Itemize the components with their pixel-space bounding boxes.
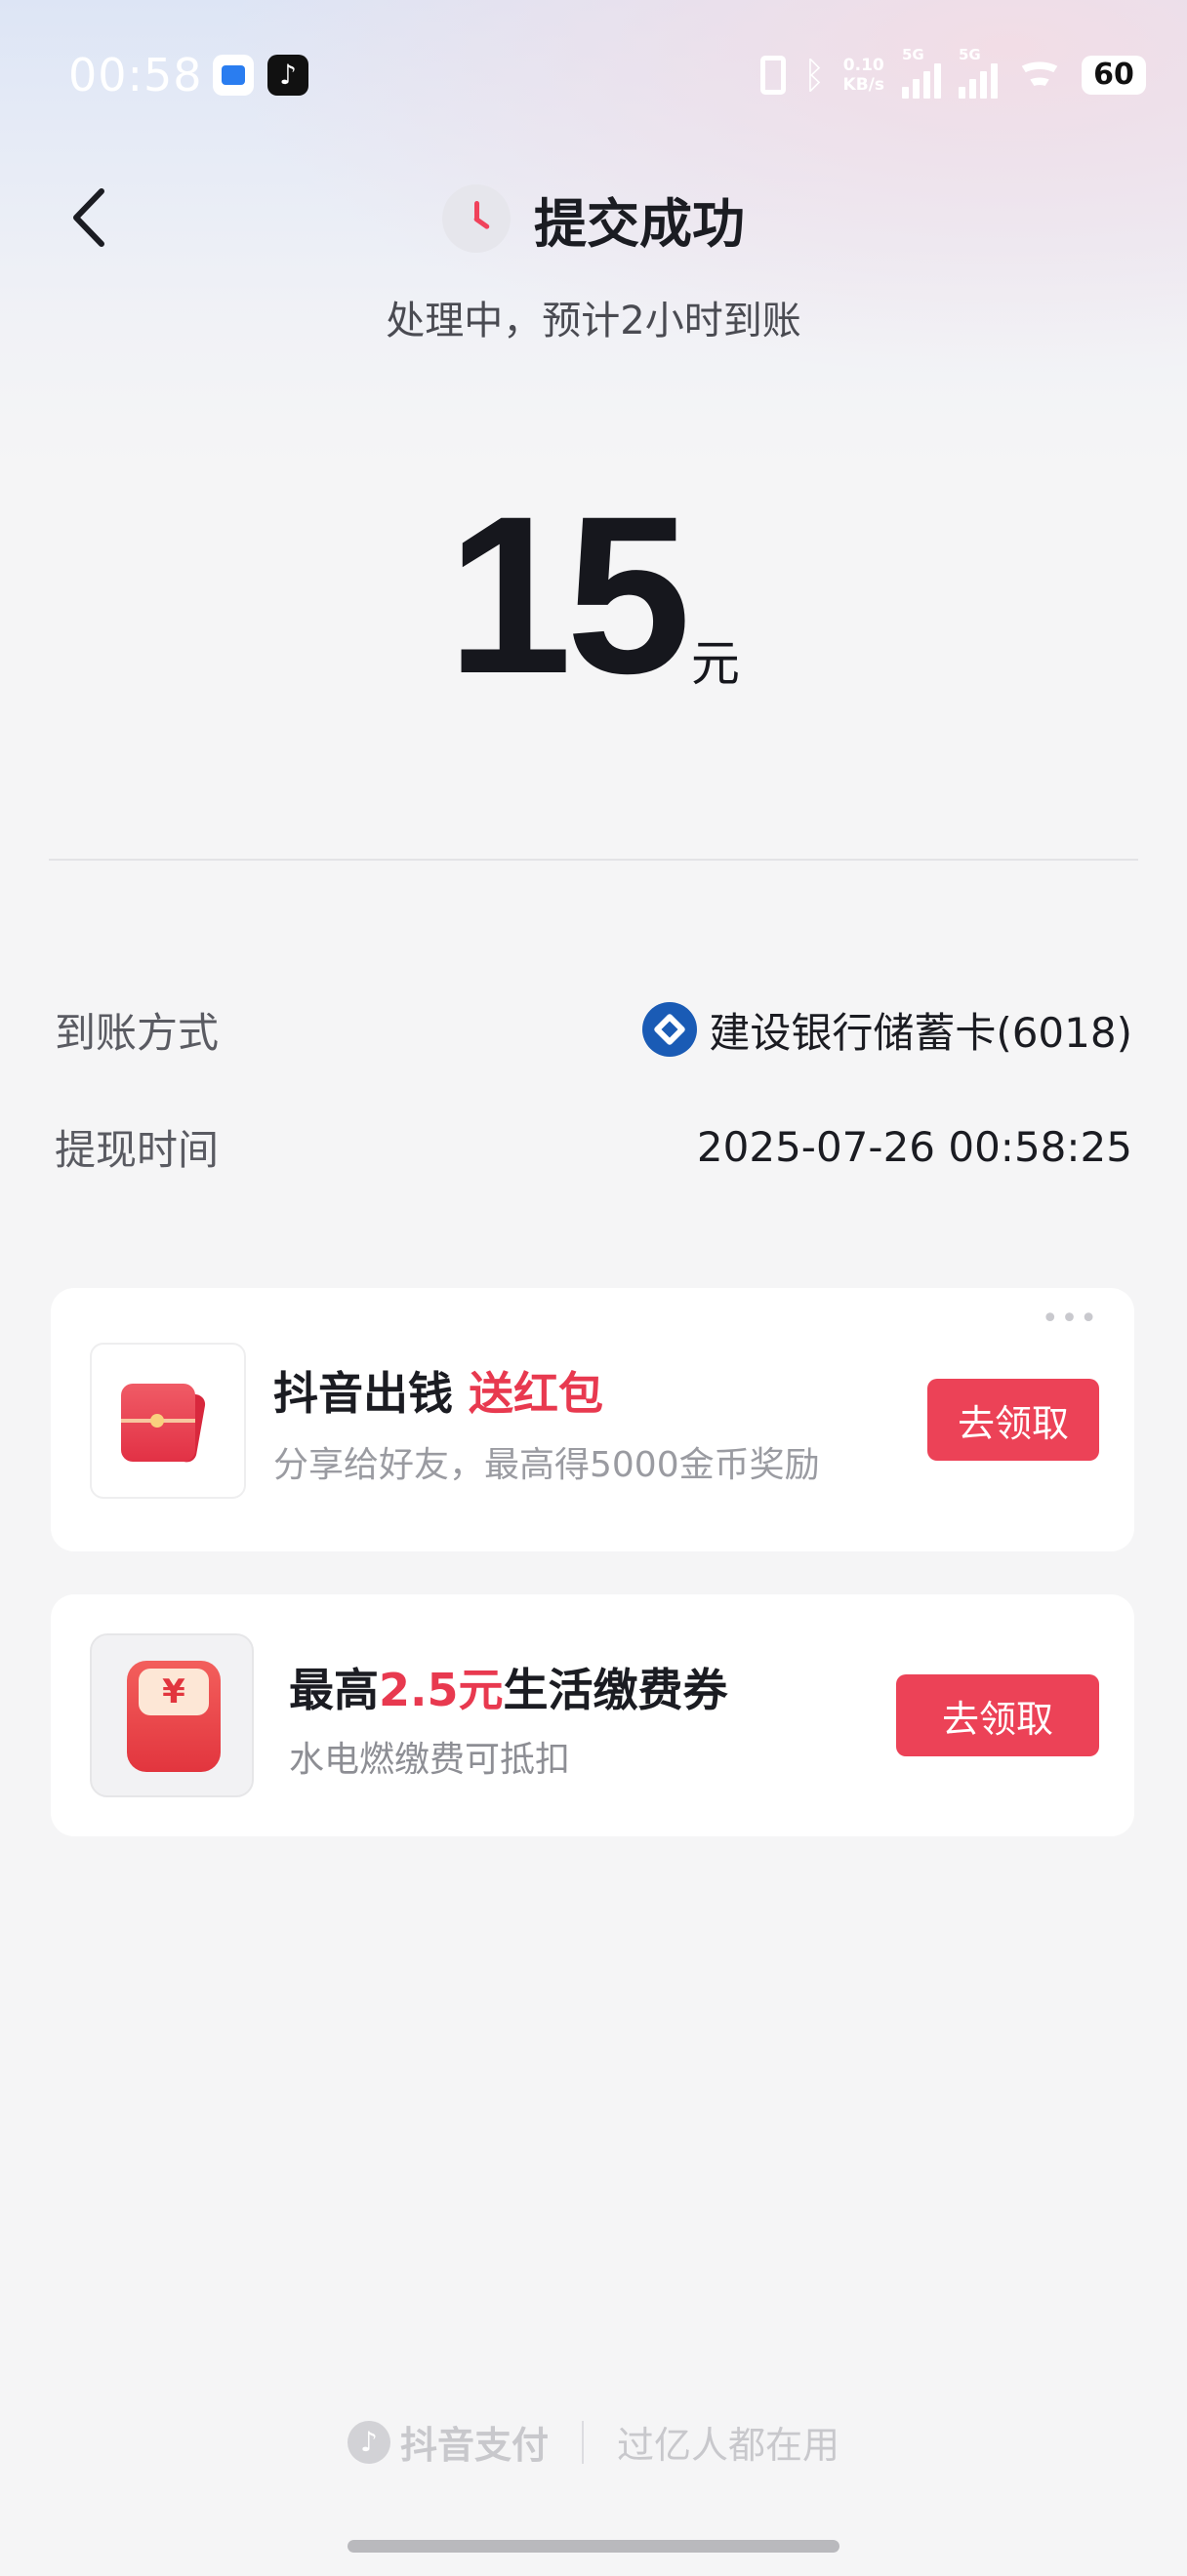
promo-title-suffix: 生活缴费券 (503, 1664, 728, 1716)
promo-subtitle: 水电燃缴费可抵扣 (289, 1740, 571, 1780)
red-envelope-thumbnail (90, 1343, 246, 1499)
clock-icon (442, 184, 511, 253)
footer-brand-name: 抖音支付 (399, 2424, 549, 2467)
detail-row-time: 提现时间 2025-07-26 00:58:25 (55, 1112, 1132, 1181)
footer-slogan: 过亿人都在用 (617, 2424, 840, 2467)
withdraw-amount: 15 元 (0, 483, 1187, 707)
claim-button[interactable]: 去领取 (927, 1379, 1099, 1461)
status-indicators: ᛒ 0.10 KB/s 5G 5G 60 (759, 46, 1146, 99)
detail-label: 提现时间 (55, 1125, 220, 1174)
network-speed: 0.10 KB/s (843, 56, 884, 95)
promo-title-highlight: 2.5元 (379, 1664, 504, 1716)
wifi-icon (1015, 56, 1064, 95)
promo-title-highlight: 送红包 (469, 1367, 604, 1420)
red-envelope-icon (121, 1384, 195, 1462)
promo-subtitle: 分享给好友，最高得5000金币奖励 (273, 1445, 820, 1485)
battery-icon: 60 (1082, 56, 1146, 95)
douyin-pay-logo-icon: ♪ (347, 2420, 390, 2464)
signal-sim2-icon: 5G (959, 46, 998, 99)
status-subtitle: 处理中，预计2小时到账 (386, 299, 801, 343)
sim2-label: 5G (959, 46, 981, 63)
divider (49, 859, 1138, 861)
money-bag-icon: ¥ (127, 1661, 221, 1772)
detail-label: 到账方式 (55, 1008, 220, 1057)
promo-title-prefix: 最高 (289, 1664, 379, 1716)
vibrate-icon (759, 56, 786, 95)
douyin-notification-icon: ♪ (267, 55, 308, 96)
promo-title: 最高2.5元生活缴费券 (289, 1655, 728, 1719)
footer-brand: ♪ 抖音支付 (347, 2415, 549, 2469)
sim1-label: 5G (902, 46, 924, 63)
promo-title: 抖音出钱 送红包 (273, 1358, 603, 1423)
amount-value: 15 (447, 469, 691, 720)
detail-row-method: 到账方式 建设银行储蓄卡(6018) (55, 995, 1132, 1064)
more-options-icon[interactable]: ••• (1042, 1302, 1099, 1336)
yuan-symbol: ¥ (139, 1669, 209, 1715)
network-speed-unit: KB/s (842, 75, 884, 95)
title-row: 提交成功 (0, 183, 1187, 255)
promo-title-main: 抖音出钱 (273, 1367, 453, 1420)
detail-value: 2025-07-26 00:58:25 (696, 1122, 1132, 1171)
detail-value: 建设银行储蓄卡(6018) (642, 1000, 1132, 1060)
messaging-app-notification-icon (213, 55, 254, 96)
network-speed-value: 0.10 (842, 56, 884, 75)
status-bar: 00:58 ♪ ᛒ 0.10 KB/s 5G 5G 60 (0, 0, 1187, 156)
promo-card-red-packet[interactable]: ••• 抖音出钱 送红包 分享给好友，最高得5000金币奖励 去领取 (51, 1288, 1134, 1551)
status-time: 00:58 (68, 49, 203, 101)
ccb-bank-icon (642, 1002, 698, 1057)
home-indicator[interactable] (348, 2540, 839, 2553)
amount-unit: 元 (690, 635, 740, 692)
footer: ♪ 抖音支付 过亿人都在用 (0, 2415, 1187, 2469)
promo-card-utility-coupon[interactable]: ¥ 最高2.5元生活缴费券 水电燃缴费可抵扣 去领取 (51, 1594, 1134, 1836)
page-title: 提交成功 (534, 192, 745, 255)
bank-card-name: 建设银行储蓄卡(6018) (709, 1008, 1132, 1057)
signal-sim1-icon: 5G (902, 46, 941, 99)
coupon-bag-thumbnail: ¥ (90, 1633, 254, 1797)
bluetooth-icon: ᛒ (802, 54, 826, 97)
claim-button[interactable]: 去领取 (896, 1674, 1099, 1756)
footer-separator (582, 2420, 584, 2464)
